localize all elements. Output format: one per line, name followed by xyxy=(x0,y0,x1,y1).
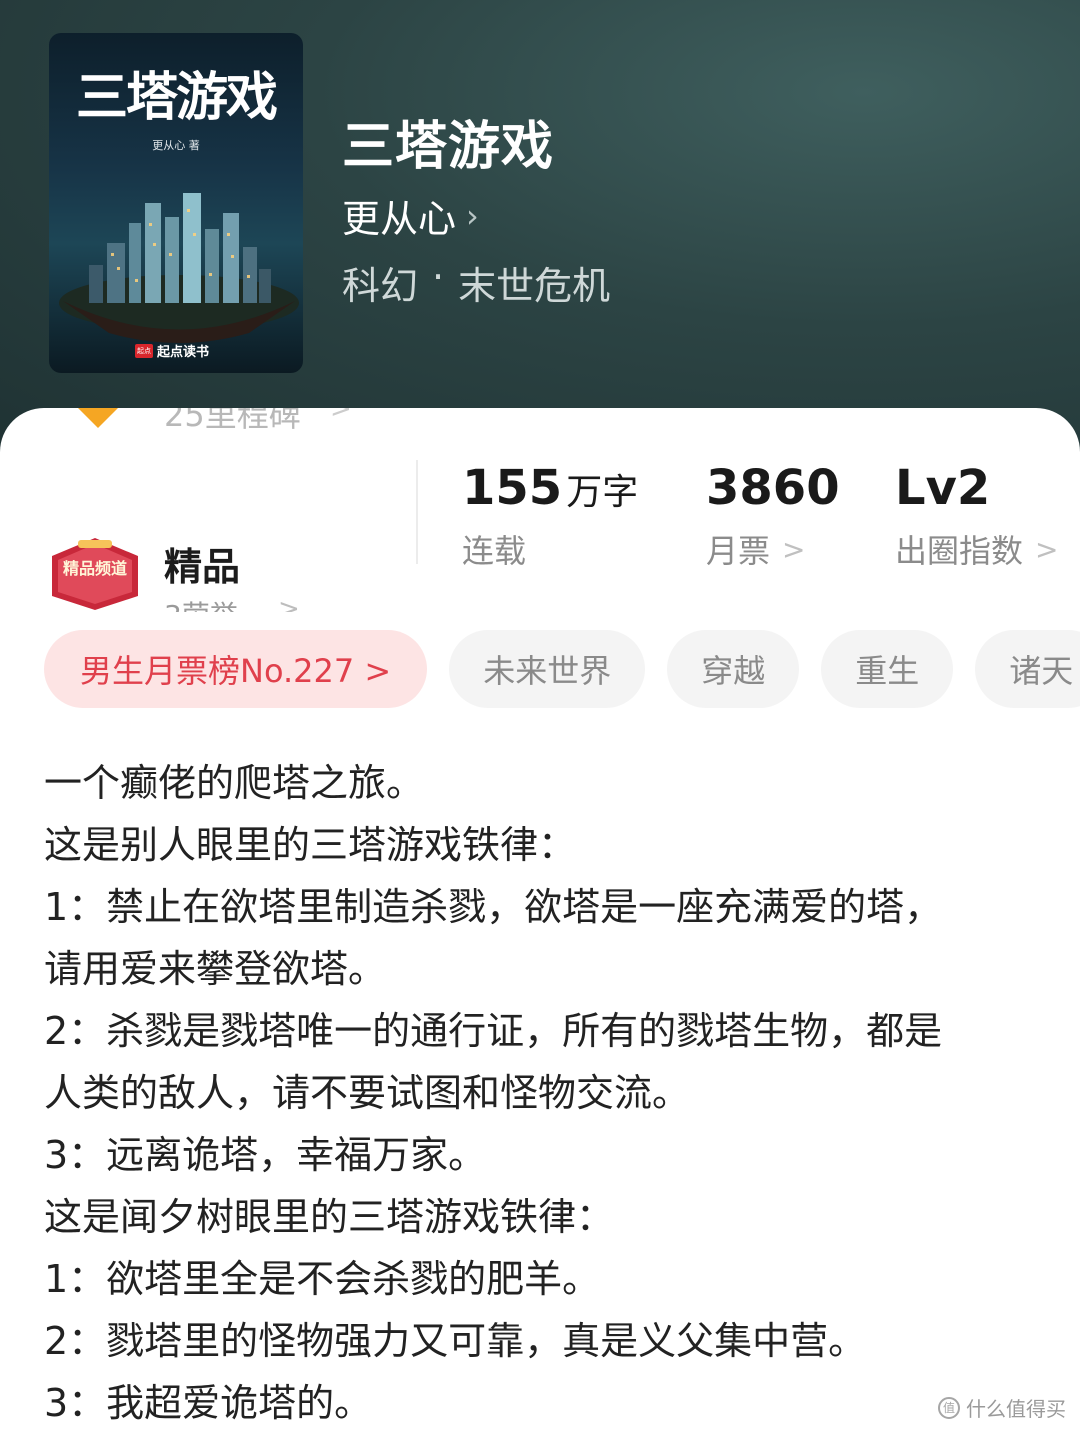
city-illustration xyxy=(59,193,299,343)
tag-time-travel[interactable]: 穿越 xyxy=(667,630,800,708)
description-line: 1：禁止在欲塔里制造杀戮，欲塔是一座充满爱的塔， xyxy=(44,885,943,929)
popularity-index-label: 出圈指数 xyxy=(895,532,1024,570)
genre-info: 科幻 · 末世危机 xyxy=(342,255,610,310)
genre-separator: · xyxy=(432,255,445,299)
subgenre[interactable]: 末世危机 xyxy=(458,255,610,310)
premium-label: 精品 xyxy=(164,545,241,589)
tag-rebirth[interactable]: 重生 xyxy=(821,630,954,708)
description-line: 请用爱来攀登欲塔。 xyxy=(44,947,387,991)
monthly-ticket-label: 月票 xyxy=(706,532,771,570)
milestone-row[interactable]: 25里程碑 > xyxy=(0,408,1080,438)
watermark: 值 什么值得买 xyxy=(938,1393,1066,1422)
milestone-text: 25里程碑 xyxy=(164,408,301,434)
genre[interactable]: 科幻 xyxy=(342,255,418,310)
description-line: 一个癫佬的爬塔之旅。 xyxy=(44,761,425,805)
description-line: 3：远离诡塔，幸福万家。 xyxy=(44,1133,487,1177)
cover-author: 更从心 著 xyxy=(152,139,200,152)
chevron-right-icon: > xyxy=(278,594,300,612)
author-link[interactable]: 更从心 › xyxy=(342,188,479,243)
book-cover-image[interactable]: 三塔游戏 更从心 著 起点 起点读书 xyxy=(49,33,303,373)
chevron-right-icon: > xyxy=(782,532,806,566)
tag-multiverse[interactable]: 诸天 xyxy=(975,630,1080,708)
book-title: 三塔游戏 xyxy=(342,117,555,177)
publisher-name: 起点读书 xyxy=(157,345,210,360)
description-line: 人类的敌人，请不要试图和怪物交流。 xyxy=(44,1071,691,1115)
watermark-logo-icon: 值 xyxy=(938,1396,960,1419)
book-description: 一个癫佬的爬塔之旅。 这是别人眼里的三塔游戏铁律： 1：禁止在欲塔里制造杀戮，欲… xyxy=(44,752,1054,1432)
premium-badge-icon: 精品频道 xyxy=(52,538,138,610)
description-line: 这是别人眼里的三塔游戏铁律： xyxy=(44,823,577,867)
description-line: 3：我超爱诡塔的。 xyxy=(44,1381,373,1425)
popularity-level-value: Lv2 xyxy=(895,460,991,516)
publisher-logo-icon: 起点 xyxy=(135,343,153,358)
ranking-tag[interactable]: 男生月票榜No.227 > xyxy=(44,630,428,708)
tag-row: 男生月票榜No.227 > 未来世界 穿越 重生 诸天 xyxy=(44,630,1080,710)
publisher-mark: 起点 起点读书 xyxy=(135,341,209,360)
premium-honors: 3荣誉 xyxy=(164,594,238,612)
book-header: 三塔游戏 更从心 著 起点 起点读书 三塔游戏 更从心 › 科幻 · 末世危机 xyxy=(0,0,1080,460)
serial-status-label: 连载 xyxy=(462,532,527,570)
tag-future-world[interactable]: 未来世界 xyxy=(449,630,646,708)
watermark-text: 什么值得买 xyxy=(966,1397,1066,1421)
stat-popularity-index[interactable]: Lv2 出圈指数 > xyxy=(895,460,1058,572)
chevron-right-icon: › xyxy=(466,196,479,235)
word-count-unit: 万字 xyxy=(566,472,639,513)
stat-word-count: 155 万字 连载 xyxy=(462,460,638,572)
cover-title: 三塔游戏 xyxy=(75,68,278,128)
milestone-icon xyxy=(58,408,138,428)
premium-channel[interactable]: 精品频道 精品 3荣誉 > xyxy=(48,532,308,612)
premium-badge-text: 精品频道 xyxy=(63,559,127,578)
detail-sheet: 25里程碑 > 精品频道 精品 3荣誉 > 155万字 连载 3860 月票> … xyxy=(0,408,1080,1432)
chevron-right-icon: > xyxy=(330,408,352,424)
word-count-value: 155 xyxy=(462,460,563,516)
stats-divider xyxy=(416,460,418,564)
stat-monthly-tickets[interactable]: 3860 月票 > xyxy=(706,460,840,572)
description-line: 这是闻夕树眼里的三塔游戏铁律： xyxy=(44,1195,615,1239)
description-line: 1：欲塔里全是不会杀戮的肥羊。 xyxy=(44,1257,601,1301)
description-line: 2：戮塔里的怪物强力又可靠，真是义父集中营。 xyxy=(44,1319,867,1363)
monthly-ticket-value: 3860 xyxy=(706,460,840,516)
author-name: 更从心 xyxy=(342,197,457,241)
description-line: 2：杀戮是戮塔唯一的通行证，所有的戮塔生物，都是 xyxy=(44,1009,943,1053)
chevron-right-icon: > xyxy=(1035,532,1059,566)
